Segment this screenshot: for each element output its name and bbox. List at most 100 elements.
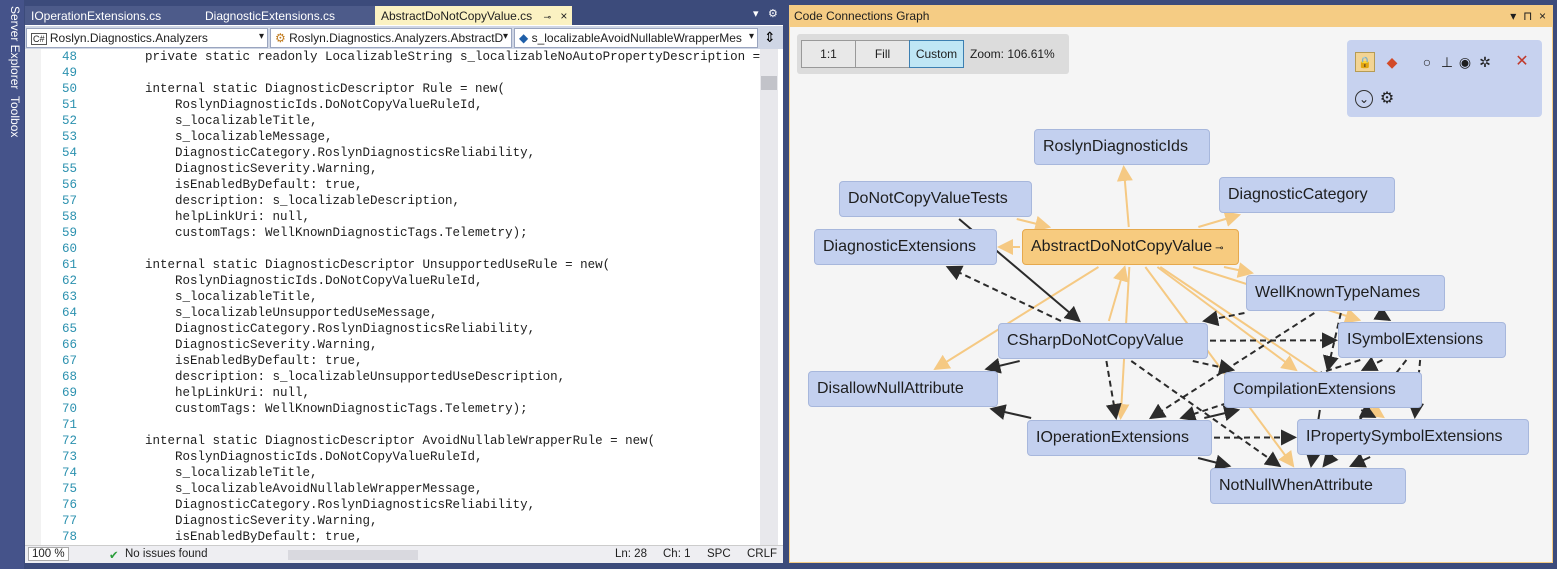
graph-node-donotcopyvaluetests[interactable]: DoNotCopyValueTests <box>839 181 1032 217</box>
node-label: CompilationExtensions <box>1233 381 1396 398</box>
graph-node-diagnosticcategory[interactable]: DiagnosticCategory <box>1219 177 1395 213</box>
graph-edge <box>984 357 1020 374</box>
server-explorer-tab[interactable]: Server Explorer <box>2 6 22 89</box>
tab-abstractdonotcopyvalue[interactable]: AbstractDoNotCopyValue.cs ⊸ × <box>375 6 572 25</box>
graph-node-ioperationextensions[interactable]: IOperationExtensions <box>1027 420 1212 456</box>
code-line[interactable]: 72 internal static DiagnosticDescriptor … <box>25 433 760 449</box>
graph-node-compilationextensions[interactable]: CompilationExtensions <box>1224 372 1422 408</box>
line-number: 61 <box>61 258 77 272</box>
code-line[interactable]: 55 DiagnosticSeverity.Warning, <box>25 161 760 177</box>
node-label: ISymbolExtensions <box>1347 331 1484 348</box>
code-line[interactable]: 65 DiagnosticCategory.RoslynDiagnosticsR… <box>25 321 760 337</box>
code-line[interactable]: 61 internal static DiagnosticDescriptor … <box>25 257 760 273</box>
vertical-scrollbar[interactable] <box>760 49 778 545</box>
graph-edge <box>1360 356 1383 371</box>
code-text: DiagnosticCategory.RoslynDiagnosticsReli… <box>115 322 536 336</box>
line-number: 57 <box>61 194 77 208</box>
member-dropdown[interactable]: ◆ s_localizableAvoidNullableWrapperMes ▾ <box>514 28 758 48</box>
code-line[interactable]: 66 DiagnosticSeverity.Warning, <box>25 337 760 353</box>
code-line[interactable]: 64 s_localizableUnsupportedUseMessage, <box>25 305 760 321</box>
graph-node-notnullwhenattribute[interactable]: NotNullWhenAttribute <box>1210 468 1406 504</box>
line-number: 53 <box>61 130 77 144</box>
split-window-icon[interactable]: ⇕ <box>764 29 776 46</box>
code-text: DiagnosticSeverity.Warning, <box>115 338 378 352</box>
line-number: 55 <box>61 162 77 176</box>
graph-node-wellknowntypenames[interactable]: WellKnownTypeNames <box>1246 275 1445 311</box>
code-line[interactable]: 78 isEnabledByDefault: true, <box>25 529 760 545</box>
pin-icon[interactable]: ⊸ <box>544 12 552 22</box>
code-line[interactable]: 76 DiagnosticCategory.RoslynDiagnosticsR… <box>25 497 760 513</box>
code-line[interactable]: 71 <box>25 417 760 433</box>
zoom-level[interactable]: 100 % <box>28 547 69 561</box>
code-line[interactable]: 57 description: s_localizableDescription… <box>25 193 760 209</box>
graph-edge <box>1105 360 1122 420</box>
navigation-bar: C# Roslyn.Diagnostics.Analyzers ▾ ⚙ Rosl… <box>25 26 783 49</box>
field-icon: ◆ <box>519 31 529 45</box>
graph-edge <box>1197 454 1232 471</box>
code-line[interactable]: 74 s_localizableTitle, <box>25 465 760 481</box>
code-line[interactable]: 60 <box>25 241 760 257</box>
tab-label: IOperationExtensions.cs <box>31 9 162 23</box>
tab-dropdown-icon[interactable]: ▾ <box>753 7 759 20</box>
code-line[interactable]: 58 helpLinkUri: null, <box>25 209 760 225</box>
project-dropdown[interactable]: C# Roslyn.Diagnostics.Analyzers ▾ <box>26 28 268 48</box>
code-line[interactable]: 70 customTags: WellKnownDiagnosticTags.T… <box>25 401 760 417</box>
node-label: DiagnosticExtensions <box>823 238 976 255</box>
pin-icon[interactable]: ⊸ <box>1215 243 1223 254</box>
column-number: Ch: 1 <box>663 548 691 560</box>
node-label: AbstractDoNotCopyValue <box>1031 238 1213 255</box>
code-text: helpLinkUri: null, <box>115 210 311 224</box>
code-line[interactable]: 63 s_localizableTitle, <box>25 289 760 305</box>
code-text: DiagnosticCategory.RoslynDiagnosticsReli… <box>115 146 536 160</box>
type-dropdown[interactable]: ⚙ Roslyn.Diagnostics.Analyzers.AbstractD… <box>270 28 512 48</box>
graph-edge <box>1016 215 1052 232</box>
horizontal-scrollbar[interactable] <box>288 550 418 560</box>
code-line[interactable]: 73 RoslynDiagnosticIds.DoNotCopyValueRul… <box>25 449 760 465</box>
graph-node-roslyndiagnosticids[interactable]: RoslynDiagnosticIds <box>1034 129 1210 165</box>
code-line[interactable]: 52 s_localizableTitle, <box>25 113 760 129</box>
code-line[interactable]: 49 <box>25 65 760 81</box>
document-tabs: IOperationExtensions.cs DiagnosticExtens… <box>25 5 783 25</box>
code-line[interactable]: 59 customTags: WellKnownDiagnosticTags.T… <box>25 225 760 241</box>
tab-diagnosticextensions[interactable]: DiagnosticExtensions.cs <box>199 6 376 25</box>
line-number: 51 <box>61 98 77 112</box>
tab-ioperationextensions[interactable]: IOperationExtensions.cs <box>25 6 200 25</box>
code-text: internal static DiagnosticDescriptor Avo… <box>115 434 656 448</box>
graph-node-ipropertysymbolextensions[interactable]: IPropertySymbolExtensions <box>1297 419 1529 455</box>
code-line[interactable]: 50 internal static DiagnosticDescriptor … <box>25 81 760 97</box>
graph-node-disallownullattribute[interactable]: DisallowNullAttribute <box>808 371 998 407</box>
code-line[interactable]: 69 helpLinkUri: null, <box>25 385 760 401</box>
code-text: internal static DiagnosticDescriptor Uns… <box>115 258 611 272</box>
code-text: customTags: WellKnownDiagnosticTags.Tele… <box>115 402 528 416</box>
toolbox-tab[interactable]: Toolbox <box>2 96 22 137</box>
node-label: DisallowNullAttribute <box>817 380 964 397</box>
code-area[interactable]: 48 private static readonly LocalizableSt… <box>25 49 760 545</box>
node-label: DiagnosticCategory <box>1228 186 1368 203</box>
graph-edge <box>1107 265 1129 322</box>
code-line[interactable]: 67 isEnabledByDefault: true, <box>25 353 760 369</box>
code-text: isEnabledByDefault: true, <box>115 530 363 544</box>
line-number: 64 <box>61 306 77 320</box>
code-line[interactable]: 51 RoslynDiagnosticIds.DoNotCopyValueRul… <box>25 97 760 113</box>
code-line[interactable]: 54 DiagnosticCategory.RoslynDiagnosticsR… <box>25 145 760 161</box>
code-line[interactable]: 53 s_localizableMessage, <box>25 129 760 145</box>
code-line[interactable]: 48 private static readonly LocalizableSt… <box>25 49 760 65</box>
scrollbar-thumb[interactable] <box>761 76 777 90</box>
code-line[interactable]: 75 s_localizableAvoidNullableWrapperMess… <box>25 481 760 497</box>
issues-status[interactable]: No issues found <box>125 548 207 560</box>
graph-node-csharpdonotcopyvalue[interactable]: CSharpDoNotCopyValue <box>998 323 1208 359</box>
chevron-down-icon: ▾ <box>502 31 508 42</box>
code-line[interactable]: 56 isEnabledByDefault: true, <box>25 177 760 193</box>
line-number: Ln: 28 <box>615 548 647 560</box>
graph-node-isymbolextensions[interactable]: ISymbolExtensions <box>1338 322 1506 358</box>
tab-settings-icon[interactable]: ⚙ <box>768 7 778 20</box>
graph-edge <box>945 265 1062 322</box>
graph-node-diagnosticextensions[interactable]: DiagnosticExtensions <box>814 229 997 265</box>
close-tab-icon[interactable]: × <box>560 9 567 23</box>
code-line[interactable]: 62 RoslynDiagnosticIds.DoNotCopyValueRul… <box>25 273 760 289</box>
project-name: Roslyn.Diagnostics.Analyzers <box>49 31 208 45</box>
code-line[interactable]: 68 description: s_localizableUnsupported… <box>25 369 760 385</box>
graph-node-abstractdonotcopyvalue[interactable]: AbstractDoNotCopyValue ⊸ <box>1022 229 1239 265</box>
code-text: s_localizableTitle, <box>115 114 318 128</box>
code-line[interactable]: 77 DiagnosticSeverity.Warning, <box>25 513 760 529</box>
